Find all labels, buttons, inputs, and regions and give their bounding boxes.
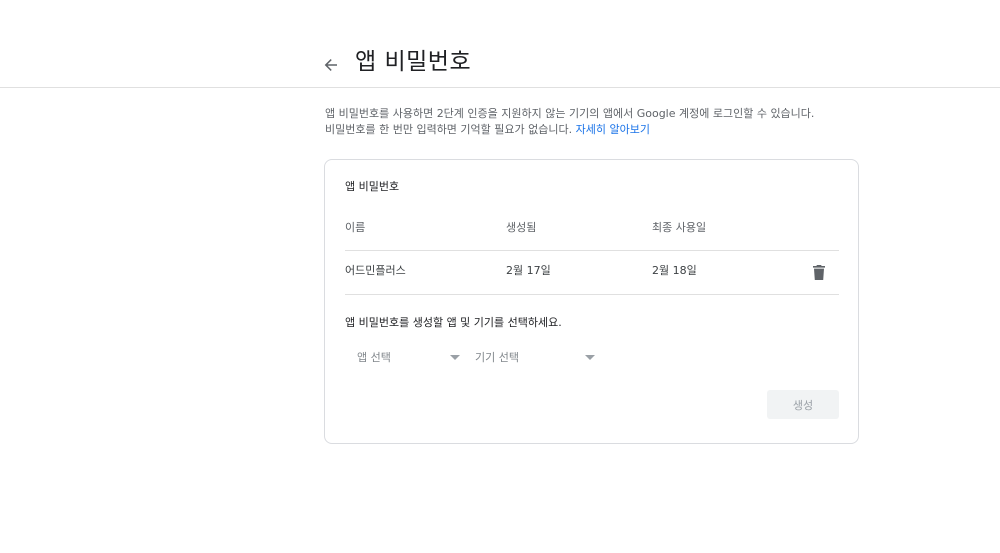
description: 앱 비밀번호를 사용하면 2단계 인증을 지원하지 않는 기기의 앱에서 Goo… [325, 106, 885, 138]
back-button[interactable] [318, 52, 344, 78]
column-header-created: 생성됨 [506, 221, 537, 234]
app-select-dropdown[interactable]: 앱 선택 [345, 346, 460, 370]
dropdown-arrow-icon [450, 355, 460, 360]
column-header-name: 이름 [345, 221, 366, 234]
description-line-1: 앱 비밀번호를 사용하면 2단계 인증을 지원하지 않는 기기의 앱에서 Goo… [325, 107, 815, 120]
card-title: 앱 비밀번호 [345, 180, 400, 193]
app-passwords-card: 앱 비밀번호 이름 생성됨 최종 사용일 어드민플러스 2월 17일 2월 18… [324, 159, 859, 444]
trash-icon [813, 264, 825, 280]
device-select-label: 기기 선택 [475, 351, 519, 364]
dropdown-arrow-icon [585, 355, 595, 360]
learn-more-link[interactable]: 자세히 알아보기 [576, 123, 650, 136]
row-app-name: 어드민플러스 [345, 264, 406, 277]
app-select-label: 앱 선택 [357, 351, 391, 364]
delete-password-button[interactable] [811, 263, 827, 281]
table-divider [345, 250, 839, 251]
generate-button[interactable]: 생성 [767, 390, 839, 419]
row-last-used-date: 2월 18일 [652, 264, 697, 277]
row-created-date: 2월 17일 [506, 264, 551, 277]
page-title: 앱 비밀번호 [355, 49, 472, 75]
device-select-dropdown[interactable]: 기기 선택 [475, 346, 595, 370]
select-prompt: 앱 비밀번호를 생성할 앱 및 기기를 선택하세요. [345, 316, 562, 329]
table-divider [345, 294, 839, 295]
page-header: 앱 비밀번호 [0, 0, 1000, 88]
description-line-2: 비밀번호를 한 번만 입력하면 기억할 필요가 없습니다. [325, 123, 573, 136]
column-header-last-used: 최종 사용일 [652, 221, 707, 234]
arrow-left-icon [324, 59, 337, 71]
